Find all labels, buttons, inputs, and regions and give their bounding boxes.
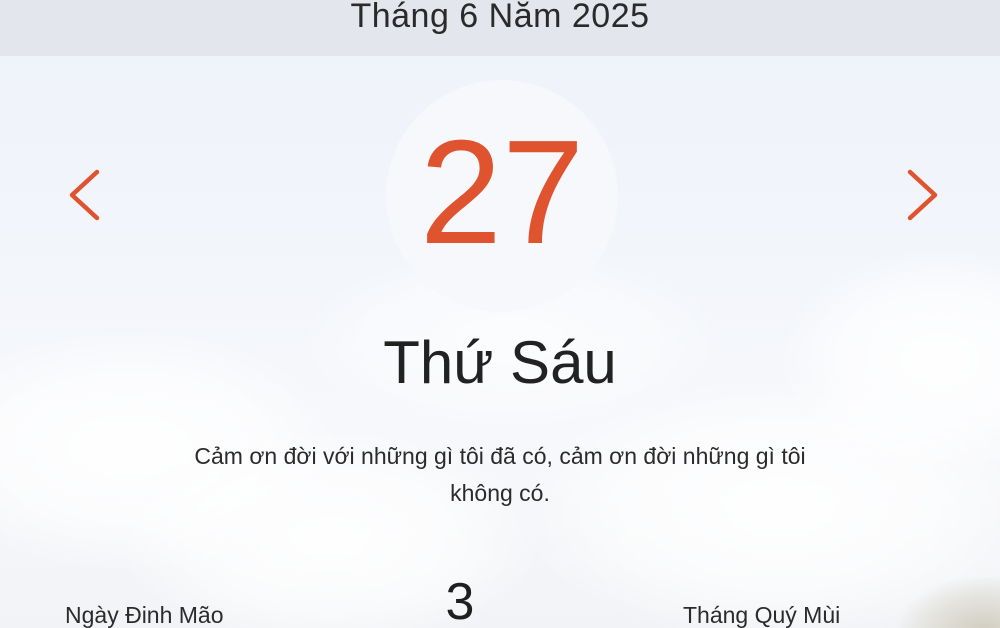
weekday-label: Thứ Sáu [383, 329, 617, 396]
background-hill [900, 578, 1000, 628]
month-year-title: Tháng 6 Năm 2025 [350, 0, 650, 35]
lunar-day-label: Ngày Đinh Mão [65, 602, 224, 628]
chevron-right-icon [907, 169, 938, 221]
lunar-month-label: Tháng Quý Mùi [683, 602, 841, 628]
daily-quote: Cảm ơn đời với những gì tôi đã có, cảm ơ… [160, 438, 840, 512]
quote-line-1: Cảm ơn đời với những gì tôi đã có, cảm ơ… [194, 443, 806, 469]
calendar-page: Tháng 6 Năm 2025 27 Thứ Sáu Cảm ơn đời v… [0, 0, 1000, 628]
day-number: 27 [419, 110, 585, 275]
next-day-button[interactable] [892, 160, 952, 230]
previous-day-button[interactable] [55, 160, 115, 230]
lunar-day-number: 3 [445, 573, 475, 628]
chevron-left-icon [69, 169, 100, 221]
month-header: Tháng 6 Năm 2025 [0, 0, 1000, 56]
quote-line-2: không có. [450, 480, 550, 506]
